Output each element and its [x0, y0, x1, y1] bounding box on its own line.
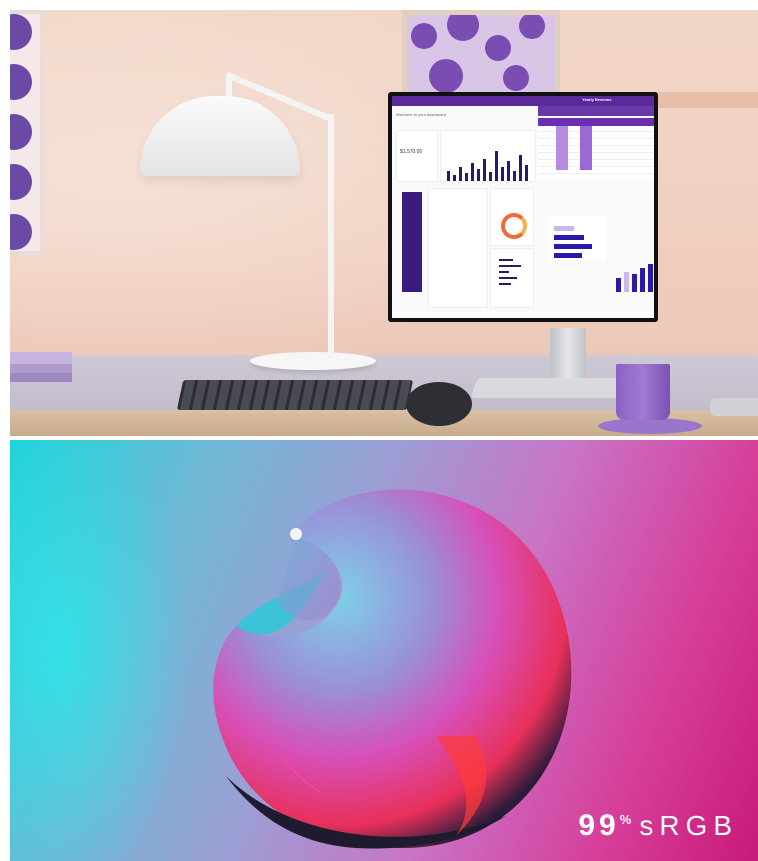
- cyan-glow: [10, 440, 190, 861]
- screen-total-card: $1,570.00: [396, 130, 438, 182]
- screen-hbar-card: [490, 248, 534, 308]
- saucer: [598, 418, 702, 434]
- keyboard: [176, 380, 414, 410]
- lamp-pole: [328, 114, 334, 358]
- screen-app-title: Yearly Revenue: [582, 97, 612, 102]
- screen-title-bar: [392, 96, 654, 106]
- screen-column-chart: [614, 256, 654, 292]
- mouse: [406, 382, 472, 426]
- srgb-badge: 99% sRGB: [578, 809, 738, 843]
- spreadsheet-ribbon: [538, 106, 654, 116]
- wall-shelf: [656, 92, 758, 108]
- laptop-edge: [710, 398, 758, 416]
- desk-scene-photo: Yearly Revenue Welcome to your dashboard…: [10, 10, 758, 436]
- color-render-panel: 99% sRGB: [10, 440, 758, 861]
- wall-art-left: [10, 10, 44, 255]
- book-stack: [10, 352, 72, 382]
- monitor: Yearly Revenue Welcome to your dashboard…: [388, 92, 658, 322]
- monitor-screen: Yearly Revenue Welcome to your dashboard…: [392, 96, 654, 318]
- screen-total-amount: $1,570.00: [400, 149, 423, 155]
- srgb-label: sRGB: [639, 810, 738, 841]
- mug: [616, 364, 670, 420]
- lamp-base: [250, 352, 376, 370]
- screen-donut-card: [490, 188, 534, 246]
- srgb-percent-sign: %: [619, 812, 632, 827]
- particle-sphere: [213, 489, 572, 849]
- srgb-value: 99: [578, 809, 620, 842]
- screen-bar-chart: [440, 130, 536, 182]
- wall-art-right: [402, 10, 560, 98]
- screen-dashboard-heading: Welcome to your dashboard: [396, 112, 446, 117]
- screen-table: [428, 188, 488, 308]
- screen-sidebar-list: [402, 192, 422, 292]
- screen-hbar-chart: [548, 216, 606, 260]
- product-image: Yearly Revenue Welcome to your dashboard…: [0, 0, 758, 861]
- screen-spreadsheet: [538, 118, 654, 178]
- monitor-stand-base: [470, 378, 628, 398]
